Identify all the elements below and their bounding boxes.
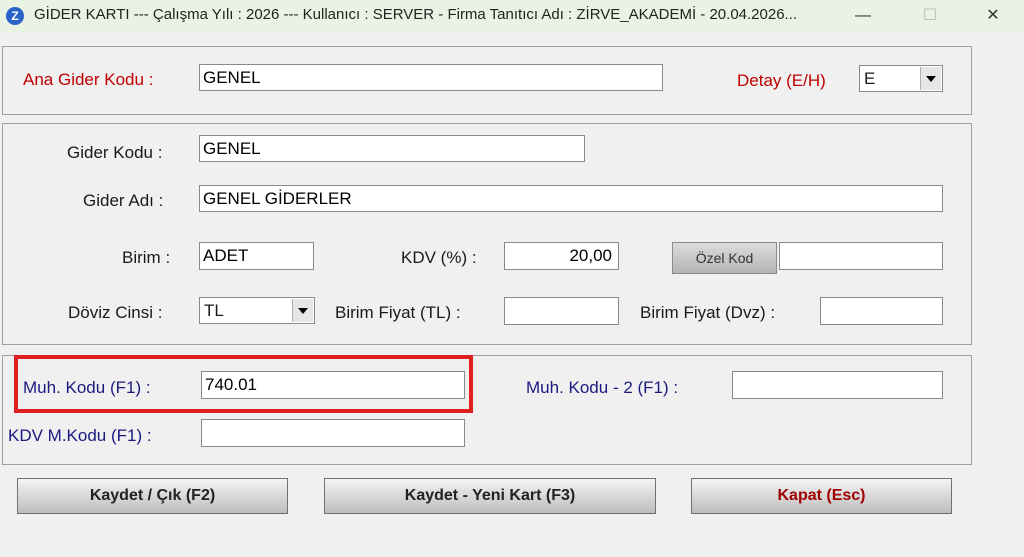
doviz-cinsi-select[interactable]: TL: [199, 297, 315, 324]
birim-input[interactable]: ADET: [199, 242, 314, 270]
chevron-down-icon[interactable]: [292, 299, 313, 322]
ozel-kod-input[interactable]: [779, 242, 943, 270]
birim-label: Birim :: [122, 248, 171, 267]
birim-fiyat-tl-label: Birim Fiyat (TL) :: [335, 303, 461, 322]
window-title: GİDER KARTI --- Çalışma Yılı : 2026 --- …: [34, 6, 798, 23]
birim-fiyat-dvz-label: Birim Fiyat (Dvz) :: [640, 303, 776, 322]
kdv-input[interactable]: 20,00: [504, 242, 619, 270]
ana-gider-kodu-input[interactable]: GENEL: [199, 64, 663, 91]
detay-select[interactable]: E: [859, 65, 943, 92]
close-window-button[interactable]: ✕: [975, 4, 1011, 28]
kdv-mkodu-input[interactable]: [201, 419, 465, 447]
kdv-label: KDV (%) :: [401, 248, 477, 267]
detay-selected-value: E: [864, 69, 876, 88]
gider-kodu-input[interactable]: GENEL: [199, 135, 585, 162]
birim-fiyat-dvz-input[interactable]: [820, 297, 943, 325]
ana-gider-kodu-label: Ana Gider Kodu :: [23, 70, 154, 89]
chevron-down-icon[interactable]: [920, 67, 941, 90]
save-exit-button[interactable]: Kaydet / Çık (F2): [17, 478, 288, 514]
doviz-cinsi-label: Döviz Cinsi :: [68, 303, 163, 322]
gider-adi-label: Gider Adı :: [83, 191, 164, 210]
close-button[interactable]: Kapat (Esc): [691, 478, 952, 514]
gider-kodu-label: Gider Kodu :: [67, 143, 163, 162]
minimize-button[interactable]: —: [845, 4, 881, 28]
gider-adi-input[interactable]: GENEL GİDERLER: [199, 185, 943, 212]
birim-fiyat-tl-input[interactable]: [504, 297, 619, 325]
detay-label: Detay (E/H): [737, 71, 826, 90]
maximize-button[interactable]: ☐: [912, 4, 948, 28]
muh-kodu-2-label: Muh. Kodu - 2 (F1) :: [526, 378, 679, 397]
ozel-kod-button[interactable]: Özel Kod: [672, 242, 777, 274]
save-new-card-button[interactable]: Kaydet - Yeni Kart (F3): [324, 478, 656, 514]
doviz-selected-value: TL: [204, 301, 224, 320]
highlight-box: [14, 355, 473, 413]
app-logo-icon: Z: [6, 7, 24, 25]
muh-kodu-2-input[interactable]: [732, 371, 943, 399]
kdv-mkodu-label: KDV M.Kodu (F1) :: [8, 426, 152, 445]
